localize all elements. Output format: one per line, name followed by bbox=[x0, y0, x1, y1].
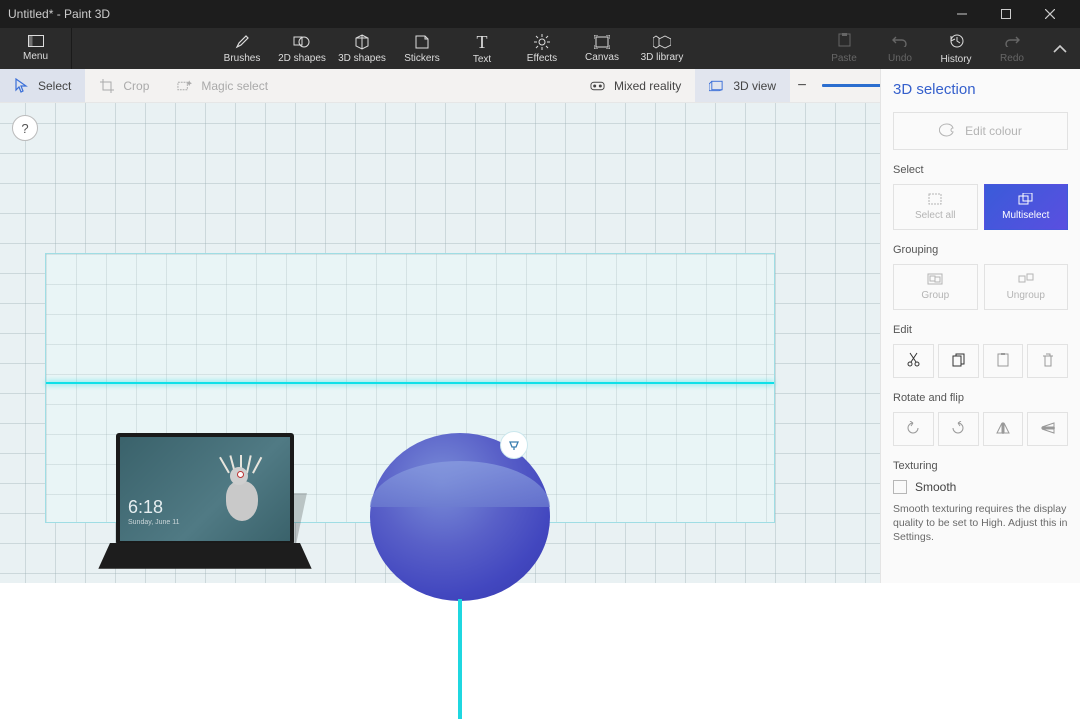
rotate-cw-button[interactable] bbox=[938, 412, 979, 446]
flip-v-icon bbox=[1041, 422, 1055, 437]
minimize-button[interactable] bbox=[940, 0, 984, 28]
select-section-label: Select bbox=[893, 164, 1068, 176]
ungroup-icon bbox=[1018, 273, 1034, 287]
redo-button[interactable]: Redo bbox=[984, 28, 1040, 69]
cursor-icon bbox=[14, 78, 29, 93]
rotate-ccw-button[interactable] bbox=[893, 412, 934, 446]
select-all-icon bbox=[928, 193, 942, 207]
history-icon bbox=[949, 33, 964, 51]
select-all-button[interactable]: Select all bbox=[893, 184, 978, 230]
object-sphere[interactable] bbox=[370, 433, 570, 613]
texturing-note: Smooth texturing requires the display qu… bbox=[893, 502, 1068, 545]
tool-effects[interactable]: Effects bbox=[512, 28, 572, 69]
flip-vertical-button[interactable] bbox=[1027, 412, 1068, 446]
tool-3d-library[interactable]: 3D library bbox=[632, 28, 692, 69]
copy-icon bbox=[952, 353, 965, 370]
canvas-icon bbox=[594, 35, 610, 49]
tool-text[interactable]: TText bbox=[452, 28, 512, 69]
close-button[interactable] bbox=[1028, 0, 1072, 28]
sticker-icon bbox=[414, 34, 430, 50]
cut-icon bbox=[907, 352, 920, 370]
ribbon: Menu Brushes 2D shapes 3D shapes Sticker… bbox=[0, 28, 1080, 69]
z-position-handle[interactable] bbox=[500, 431, 528, 459]
smooth-checkbox[interactable]: Smooth bbox=[893, 480, 1068, 494]
object-surface-device[interactable]: 6:18 Sunday, June 11 bbox=[110, 433, 300, 583]
flip-h-icon bbox=[996, 422, 1010, 437]
menu-label: Menu bbox=[23, 51, 48, 62]
shapes-3d-icon bbox=[354, 34, 370, 50]
palette-icon bbox=[939, 123, 955, 140]
library-icon bbox=[653, 35, 671, 49]
panel-title: 3D selection bbox=[893, 81, 1068, 98]
crop-icon bbox=[99, 78, 114, 93]
rotate-section-label: Rotate and flip bbox=[893, 392, 1068, 404]
tool-3d-shapes[interactable]: 3D shapes bbox=[332, 28, 392, 69]
3d-view-button[interactable]: 3D view bbox=[695, 69, 790, 102]
help-button[interactable]: ? bbox=[12, 115, 38, 141]
paste-button[interactable]: Paste bbox=[816, 28, 872, 69]
side-panel: 3D selection Edit colour Select Select a… bbox=[880, 69, 1080, 583]
redo-icon bbox=[1004, 34, 1020, 50]
crop-tool[interactable]: Crop bbox=[85, 69, 163, 102]
zoom-out-button[interactable]: − bbox=[790, 77, 814, 95]
cut-button[interactable] bbox=[893, 344, 934, 378]
maximize-button[interactable] bbox=[984, 0, 1028, 28]
copy-button[interactable] bbox=[938, 344, 979, 378]
history-button[interactable]: History bbox=[928, 28, 984, 69]
view-3d-icon bbox=[709, 78, 724, 93]
rotate-ccw-icon bbox=[906, 421, 920, 438]
group-icon bbox=[927, 273, 943, 287]
menu-icon bbox=[28, 35, 44, 49]
mixed-reality-button[interactable]: Mixed reality bbox=[576, 69, 695, 102]
viewport-3d[interactable]: ? 6:18 Sunday, June 11 bbox=[0, 103, 880, 583]
expand-panel-button[interactable] bbox=[1040, 28, 1080, 69]
lockscreen-date: Sunday, June 11 bbox=[128, 519, 180, 526]
shapes-2d-icon bbox=[293, 34, 311, 50]
lockscreen-time: 6:18 bbox=[128, 497, 163, 518]
trash-icon bbox=[1042, 353, 1054, 370]
magic-icon bbox=[177, 78, 192, 93]
select-tool[interactable]: Select bbox=[0, 69, 85, 102]
magic-select-tool[interactable]: Magic select bbox=[163, 69, 282, 102]
multiselect-button[interactable]: Multiselect bbox=[984, 184, 1069, 230]
tool-stickers[interactable]: Stickers bbox=[392, 28, 452, 69]
mr-icon bbox=[590, 78, 605, 93]
paste-icon bbox=[838, 33, 851, 50]
tool-2d-shapes[interactable]: 2D shapes bbox=[272, 28, 332, 69]
edit-colour-button[interactable]: Edit colour bbox=[893, 112, 1068, 150]
multiselect-icon bbox=[1018, 193, 1034, 207]
delete-button[interactable] bbox=[1027, 344, 1068, 378]
texturing-section-label: Texturing bbox=[893, 460, 1068, 472]
rotate-cw-icon bbox=[951, 421, 965, 438]
flip-horizontal-button[interactable] bbox=[983, 412, 1024, 446]
paste-icon-small bbox=[997, 353, 1009, 370]
tool-canvas[interactable]: Canvas bbox=[572, 28, 632, 69]
window-title: Untitled* - Paint 3D bbox=[8, 7, 940, 21]
paste-button-panel[interactable] bbox=[983, 344, 1024, 378]
group-button[interactable]: Group bbox=[893, 264, 978, 310]
tool-brushes[interactable]: Brushes bbox=[212, 28, 272, 69]
titlebar: Untitled* - Paint 3D bbox=[0, 0, 1080, 28]
effects-icon bbox=[534, 34, 550, 50]
checkbox-icon bbox=[893, 480, 907, 494]
grouping-section-label: Grouping bbox=[893, 244, 1068, 256]
brush-icon bbox=[234, 34, 250, 50]
text-icon: T bbox=[477, 33, 488, 51]
undo-icon bbox=[892, 34, 908, 50]
ungroup-button[interactable]: Ungroup bbox=[984, 264, 1069, 310]
edit-section-label: Edit bbox=[893, 324, 1068, 336]
menu-button[interactable]: Menu bbox=[0, 28, 72, 69]
undo-button[interactable]: Undo bbox=[872, 28, 928, 69]
